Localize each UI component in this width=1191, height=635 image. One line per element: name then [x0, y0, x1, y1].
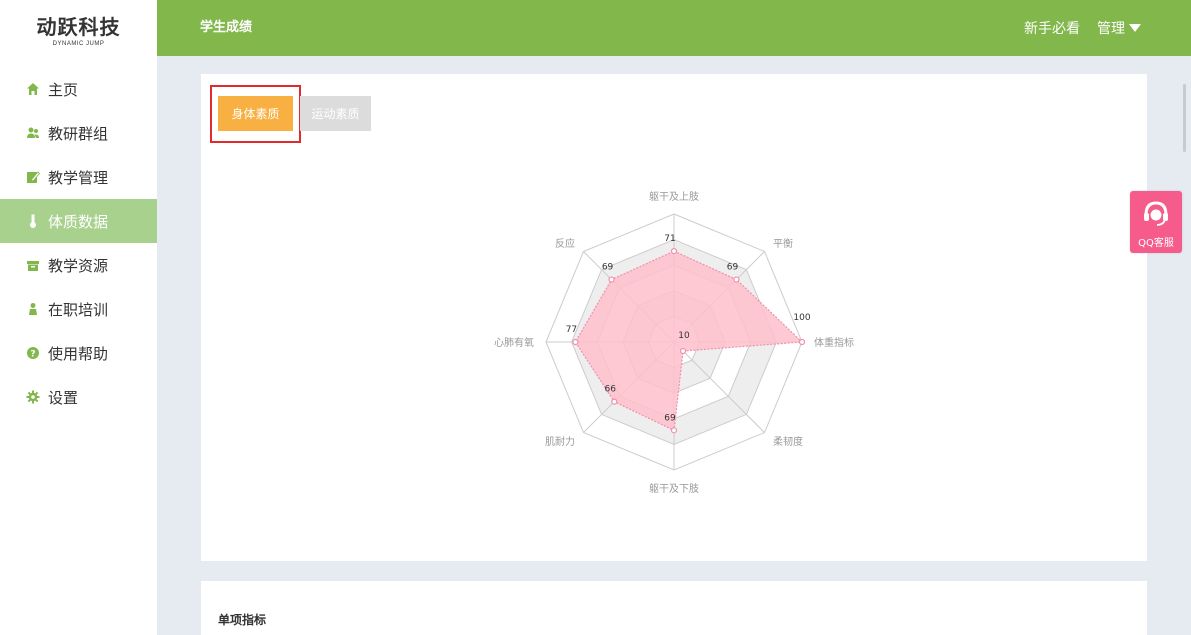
radar-value-label: 69: [664, 413, 676, 423]
radar-data-point: [679, 347, 687, 355]
radar-axis-label: 体重指标: [814, 336, 854, 349]
sidebar-item-label: 教学资源: [48, 256, 109, 275]
scrollbar-thumb[interactable]: [1183, 84, 1186, 152]
header-actions: 新手必看 管理: [1024, 0, 1141, 56]
qq-service-button[interactable]: QQ客服: [1130, 191, 1182, 253]
caret-down-icon: [1129, 24, 1141, 32]
radar-data-point: [733, 276, 740, 283]
top-header: 学生成绩 新手必看 管理: [157, 0, 1191, 56]
person-icon: [26, 302, 40, 316]
radar-data-point: [798, 338, 806, 346]
radar-value-label: 100: [793, 313, 810, 323]
logo[interactable]: 动跃科技 DYNAMIC JUMP: [0, 0, 157, 57]
sidebar-item-help[interactable]: ? 使用帮助: [0, 331, 157, 375]
radar-value-label: 66: [605, 385, 617, 395]
sidebar-item-resources[interactable]: 教学资源: [0, 243, 157, 287]
radar-axis-label: 反应: [555, 237, 575, 250]
box-icon: [26, 258, 40, 272]
radar-value-label: 77: [566, 325, 577, 335]
home-icon: [26, 82, 40, 96]
radar-axis-label: 平衡: [773, 238, 793, 250]
sidebar-item-label: 教研群组: [48, 124, 109, 143]
radar-data-point: [611, 398, 618, 405]
edit-icon: [26, 170, 40, 184]
fitness-chart-card: 身体素质 运动素质 71 69 100 10 69 66 77 69 躯干及上肢 平衡 体重指标 柔韧…: [201, 74, 1147, 561]
guide-link[interactable]: 新手必看: [1024, 18, 1080, 38]
radar-chart: 71 69 100 10 69 66 77 69 躯干及上肢平衡体重指标柔韧度躯干及下肢 肌耐力 心…: [494, 190, 854, 495]
radar-value-label: 69: [727, 263, 739, 273]
sidebar-item-label: 使用帮助: [48, 344, 109, 363]
logo-subtext: DYNAMIC JUMP: [52, 40, 105, 47]
sidebar-item-groups[interactable]: 教研群组: [0, 111, 157, 155]
sidebar-item-label: 体质数据: [48, 212, 109, 231]
logo-text: 动跃科技: [36, 14, 121, 39]
qq-label: QQ客服: [1138, 238, 1174, 249]
manage-label: 管理: [1097, 21, 1125, 37]
sidebar-item-home[interactable]: 主页: [0, 67, 157, 111]
sidebar-item-label: 教学管理: [48, 168, 109, 187]
sidebar: 动跃科技 DYNAMIC JUMP 主页 教研群组 教学管理 体质数据 教学资源…: [0, 0, 157, 635]
gear-icon: [26, 390, 40, 404]
sidebar-nav: 主页 教研群组 教学管理 体质数据 教学资源 在职培训 ? 使用帮助 设置: [0, 67, 157, 419]
sidebar-item-fitness-data[interactable]: 体质数据: [0, 199, 157, 243]
sidebar-item-training[interactable]: 在职培训: [0, 287, 157, 331]
single-indicator-card: 单项指标: [201, 581, 1147, 635]
help-icon: ?: [26, 346, 40, 360]
radar-axis-label: 心肺有氧: [494, 336, 534, 349]
sidebar-item-label: 在职培训: [48, 300, 109, 319]
sidebar-item-label: 设置: [48, 388, 79, 407]
radar-axis-label: 躯干及上肢: [649, 190, 699, 203]
radar-axis-label: 柔韧度: [773, 435, 803, 448]
radar-data-point: [608, 276, 615, 283]
radar-value-label: 69: [602, 263, 614, 273]
radar-value-label: 71: [664, 234, 675, 244]
headset-icon: [1141, 198, 1171, 232]
thermometer-icon: [26, 214, 40, 228]
sidebar-item-settings[interactable]: 设置: [0, 375, 157, 419]
manage-dropdown[interactable]: 管理: [1097, 18, 1141, 38]
radar-axis-label: 躯干及下肢: [649, 482, 699, 495]
sidebar-item-teaching[interactable]: 教学管理: [0, 155, 157, 199]
radar-value-label: 10: [678, 331, 690, 341]
page-title: 学生成绩: [200, 20, 253, 35]
section-title: 单项指标: [218, 613, 267, 627]
radar-data-point: [572, 338, 579, 346]
radar-axis-label: 肌耐力: [545, 435, 575, 448]
svg-text:?: ?: [30, 350, 35, 360]
sidebar-item-label: 主页: [48, 80, 79, 99]
users-icon: [26, 126, 40, 140]
radar-data-point: [670, 427, 678, 434]
radar-data-point: [670, 248, 678, 255]
